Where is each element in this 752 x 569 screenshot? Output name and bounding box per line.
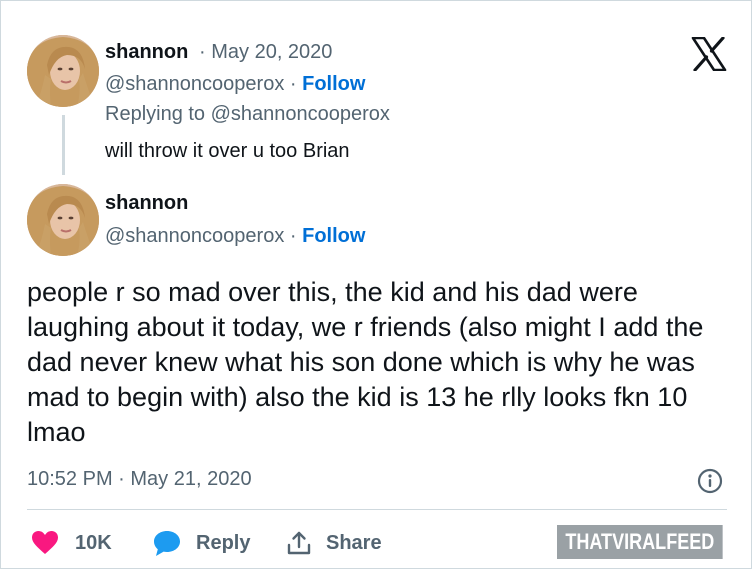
info-icon[interactable]	[697, 468, 723, 494]
main-author-name[interactable]: shannon	[105, 192, 188, 215]
avatar-reply-author[interactable]	[27, 35, 99, 107]
divider	[27, 509, 727, 510]
share-icon	[287, 531, 311, 555]
main-author-handle[interactable]: @shannoncooperox	[105, 225, 284, 247]
separator-dot: ·	[289, 73, 297, 95]
reply-button[interactable]: Reply	[152, 527, 250, 559]
separator-dot: ·	[289, 225, 297, 247]
follow-button-reply[interactable]: Follow	[302, 73, 365, 95]
like-button[interactable]: 10K	[31, 527, 112, 559]
tweet-card: shannon · May 20, 2020 @shannoncooperox …	[0, 0, 752, 569]
follow-button-main[interactable]: Follow	[302, 225, 365, 247]
x-logo-icon[interactable]	[691, 37, 727, 71]
main-handle-line: @shannoncooperox · Follow	[105, 225, 365, 248]
reply-tweet-text: will throw it over u too Brian	[105, 140, 350, 162]
heart-icon	[32, 531, 58, 554]
main-tweet-text: people r so mad over this, the kid and h…	[27, 277, 704, 447]
thread-connector-line	[62, 115, 65, 175]
avatar-image	[27, 184, 99, 256]
share-label: Share	[326, 531, 382, 554]
share-button[interactable]: Share	[286, 527, 382, 559]
reply-author-name[interactable]: shannon	[105, 41, 188, 64]
reply-date[interactable]: May 20, 2020	[211, 41, 332, 63]
tweet-timestamp[interactable]: 10:52 PM · May 21, 2020	[27, 468, 252, 491]
avatar-main-author[interactable]	[27, 184, 99, 256]
reply-handle-line: @shannoncooperox · Follow	[105, 73, 365, 96]
separator-dot: ·	[199, 41, 206, 63]
speech-bubble-icon	[154, 531, 180, 556]
like-count: 10K	[75, 531, 112, 554]
avatar-image	[27, 35, 99, 107]
replying-to-label[interactable]: Replying to @shannoncooperox	[105, 103, 390, 126]
watermark-logo: THATVIRALFEED	[557, 525, 723, 559]
reply-label: Reply	[196, 531, 251, 554]
reply-author-handle[interactable]: @shannoncooperox	[105, 73, 284, 95]
reply-date-line: · May 20, 2020	[199, 41, 332, 64]
